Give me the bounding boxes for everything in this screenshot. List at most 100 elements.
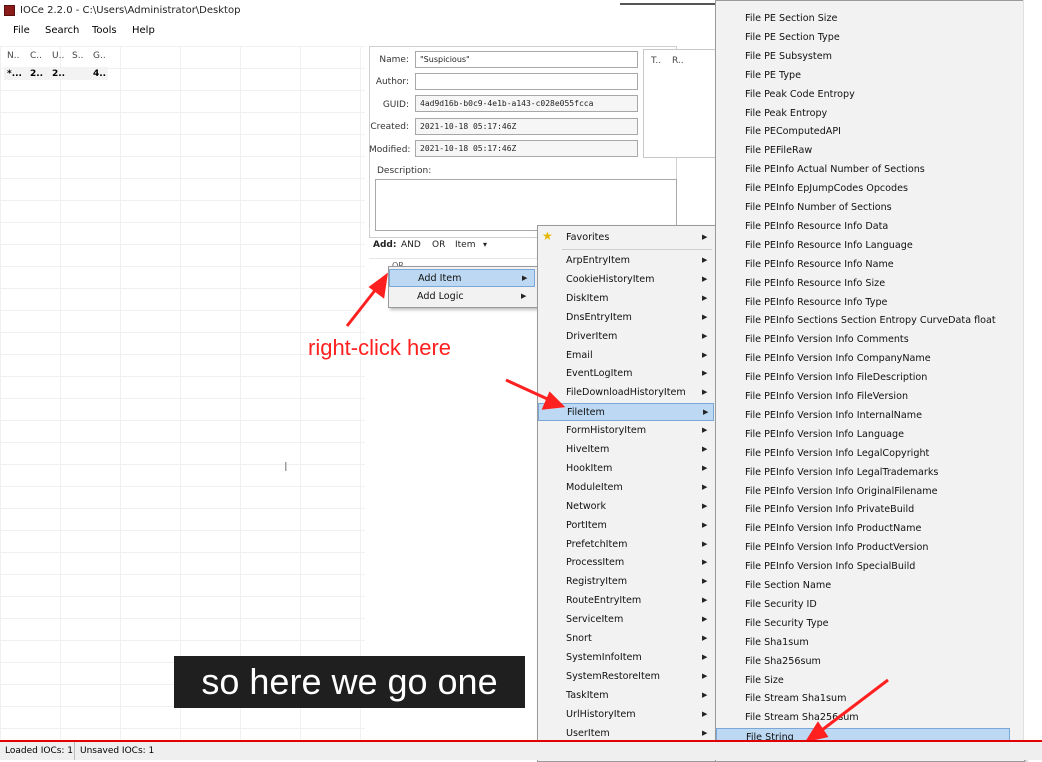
submenu-arrow-icon: ▶ — [702, 445, 708, 453]
column-header-c[interactable]: C.. — [30, 51, 42, 61]
menu-item-fileitem[interactable]: FileItem ▶ — [538, 403, 714, 422]
tr-header-t[interactable]: T.. — [651, 56, 661, 66]
fileitem-term[interactable]: File PE Type — [716, 67, 1010, 85]
menu-item-serviceitem[interactable]: ServiceItem ▶ — [538, 611, 714, 629]
fileitem-term[interactable]: File PEInfo Number of Sections — [716, 199, 1010, 217]
author-field[interactable] — [415, 73, 638, 90]
fileitem-term[interactable]: File PEInfo Version Info PrivateBuild — [716, 501, 1010, 519]
menu-item-moduleitem[interactable]: ModuleItem ▶ — [538, 479, 714, 497]
add-and-button[interactable]: AND — [401, 240, 421, 250]
add-item-button[interactable]: Item — [455, 240, 476, 250]
column-header-u[interactable]: U.. — [52, 51, 64, 61]
modified-field[interactable]: 2021-10-18 05:17:46Z — [415, 140, 638, 157]
fileitem-term-label: File Security ID — [745, 598, 817, 610]
fileitem-term[interactable]: File PEInfo Version Info SpecialBuild — [716, 558, 1010, 576]
fileitem-term[interactable]: File Sha256sum — [716, 653, 1010, 671]
fileitem-term[interactable]: File PEInfo Resource Info Type — [716, 294, 1010, 312]
fileitem-term[interactable]: File PEFileRaw — [716, 142, 1010, 160]
menu-item-filedownloadhistoryitem[interactable]: FileDownloadHistoryItem ▶ — [538, 384, 714, 402]
menu-item-routeentryitem[interactable]: RouteEntryItem ▶ — [538, 592, 714, 610]
menu-item-label: EventLogItem — [566, 368, 633, 380]
fileitem-term[interactable]: File Stream Sha1sum — [716, 690, 1010, 708]
fileitem-term[interactable]: File PEInfo Version Info InternalName — [716, 407, 1010, 425]
menu-item-prefetchitem[interactable]: PrefetchItem ▶ — [538, 536, 714, 554]
menu-search[interactable]: Search — [45, 25, 79, 36]
menu-item-processitem[interactable]: ProcessItem ▶ — [538, 554, 714, 572]
fileitem-term[interactable]: File Security ID — [716, 596, 1010, 614]
fileitem-term[interactable]: File PEInfo Resource Info Data — [716, 218, 1010, 236]
fileitem-term[interactable]: File PEInfo Version Info Comments — [716, 331, 1010, 349]
guid-field[interactable]: 4ad9d16b-b0c9-4e1b-a143-c028e055fcca — [415, 95, 638, 112]
menu-help[interactable]: Help — [132, 25, 155, 36]
fileitem-term[interactable]: File PEInfo Version Info FileDescription — [716, 369, 1010, 387]
menu-item-snort[interactable]: Snort ▶ — [538, 630, 714, 648]
column-header-name[interactable]: N.. — [7, 51, 19, 61]
tr-header-r[interactable]: R.. — [672, 56, 684, 66]
name-field[interactable]: "Suspicious" — [415, 51, 638, 68]
fileitem-term[interactable]: File PE Subsystem — [716, 48, 1010, 66]
fileitem-term[interactable]: File PEInfo Version Info LegalTrademarks — [716, 464, 1010, 482]
fileitem-term[interactable]: File PEInfo Resource Info Size — [716, 275, 1010, 293]
menu-item-portitem[interactable]: PortItem ▶ — [538, 517, 714, 535]
created-field[interactable]: 2021-10-18 05:17:46Z — [415, 118, 638, 135]
fileitem-term[interactable]: File PEInfo Sections Section Entropy Cur… — [716, 312, 1010, 330]
fileitem-term-label: File PEInfo Version Info Comments — [745, 334, 909, 346]
fileitem-term[interactable]: File PE Section Size — [716, 10, 1010, 28]
menu-item-systemrestoreitem[interactable]: SystemRestoreItem ▶ — [538, 668, 714, 686]
column-header-g[interactable]: G.. — [93, 51, 106, 61]
fileitem-term[interactable]: File Section Name — [716, 577, 1010, 595]
menu-add-logic[interactable]: Add Logic ▶ — [389, 288, 535, 306]
menu-item-eventlogitem[interactable]: EventLogItem ▶ — [538, 365, 714, 383]
fileitem-term[interactable]: File Security Type — [716, 615, 1010, 633]
ioc-list-panel[interactable] — [0, 46, 365, 740]
menu-item-arpentryitem[interactable]: ArpEntryItem ▶ — [538, 252, 714, 270]
menu-item-driveritem[interactable]: DriverItem ▶ — [538, 328, 714, 346]
fileitem-term[interactable]: File Peak Code Entropy — [716, 86, 1010, 104]
menu-item-hiveitem[interactable]: HiveItem ▶ — [538, 441, 714, 459]
fileitem-term[interactable]: File Sha1sum — [716, 634, 1010, 652]
menu-item-hookitem[interactable]: HookItem ▶ — [538, 460, 714, 478]
menu-item-network[interactable]: Network ▶ — [538, 498, 714, 516]
menu-item-dnsentryitem[interactable]: DnsEntryItem ▶ — [538, 309, 714, 327]
menu-item-diskitem[interactable]: DiskItem ▶ — [538, 290, 714, 308]
column-header-s[interactable]: S.. — [72, 51, 83, 61]
fileitem-term[interactable]: File PEComputedAPI — [716, 123, 1010, 141]
fileitem-term[interactable]: File PEInfo Version Info ProductVersion — [716, 539, 1010, 557]
scrollbar[interactable] — [1023, 0, 1042, 740]
menu-file[interactable]: File — [13, 25, 30, 36]
menu-item-email[interactable]: Email ▶ — [538, 347, 714, 365]
menu-item-label: FileItem — [567, 407, 605, 419]
fileitem-term-label: File PE Subsystem — [745, 50, 832, 62]
fileitem-term[interactable]: File PEInfo Resource Info Language — [716, 237, 1010, 255]
fileitem-term[interactable]: File Peak Entropy — [716, 105, 1010, 123]
fileitem-term[interactable]: File PEInfo EpJumpCodes Opcodes — [716, 180, 1010, 198]
item-type-menu: ★ Favorites ▶ ArpEntryItem ▶ CookieHistory… — [537, 225, 717, 762]
fileitem-term[interactable]: File PEInfo Version Info OriginalFilenam… — [716, 483, 1010, 501]
menu-tools[interactable]: Tools — [92, 25, 117, 36]
submenu-arrow-icon: ▶ — [702, 709, 708, 718]
add-or-button[interactable]: OR — [432, 240, 445, 250]
add-item-dropdown-icon[interactable]: ▾ — [483, 240, 487, 249]
menu-add-item[interactable]: Add Item ▶ — [389, 269, 535, 287]
fileitem-term[interactable]: File Stream Sha256sum — [716, 709, 1010, 727]
fileitem-term[interactable]: File PEInfo Version Info FileVersion — [716, 388, 1010, 406]
menu-item-urlhistoryitem[interactable]: UrlHistoryItem ▶ — [538, 706, 714, 724]
menu-add-logic-label: Add Logic — [417, 291, 464, 302]
menu-item-label: ProcessItem — [566, 557, 625, 569]
menu-item-registryitem[interactable]: RegistryItem ▶ — [538, 573, 714, 591]
description-field[interactable] — [375, 179, 677, 231]
fileitem-term[interactable]: File Size — [716, 672, 1010, 690]
fileitem-term[interactable]: File PEInfo Version Info CompanyName — [716, 350, 1010, 368]
fileitem-term[interactable]: File PEInfo Actual Number of Sections — [716, 161, 1010, 179]
menu-favorites[interactable]: ★ Favorites ▶ — [538, 229, 714, 247]
menu-item-formhistoryitem[interactable]: FormHistoryItem ▶ — [538, 422, 714, 440]
menu-item-systeminfoitem[interactable]: SystemInfoItem ▶ — [538, 649, 714, 667]
fileitem-term[interactable]: File PEInfo Version Info ProductName — [716, 520, 1010, 538]
menu-item-taskitem[interactable]: TaskItem ▶ — [538, 687, 714, 705]
fileitem-term[interactable]: File PEInfo Resource Info Name — [716, 256, 1010, 274]
fileitem-term[interactable]: File PEInfo Version Info Language — [716, 426, 1010, 444]
menu-item-cookiehistoryitem[interactable]: CookieHistoryItem ▶ — [538, 271, 714, 289]
fileitem-term[interactable]: File PE Section Type — [716, 29, 1010, 47]
fileitem-term[interactable]: File PEInfo Version Info LegalCopyright — [716, 445, 1010, 463]
menu-item-label: ServiceItem — [566, 614, 624, 626]
